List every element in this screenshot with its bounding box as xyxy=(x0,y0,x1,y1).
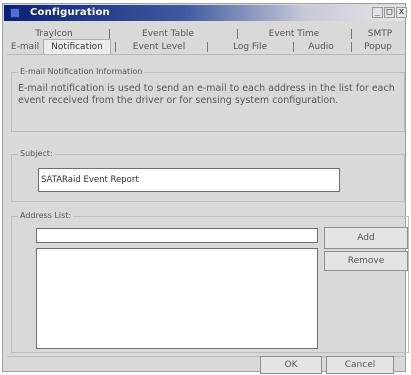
ok-button[interactable]: OK xyxy=(260,356,322,374)
configuration-window: Configuration _ □ x TrayIcon Event Table… xyxy=(2,3,409,372)
tab-log-file[interactable]: Log File xyxy=(209,40,291,54)
address-list-group: Address List: Add Remove xyxy=(11,211,409,353)
email-info-group: E-mail Notification Information E-mail n… xyxy=(11,67,405,132)
close-icon[interactable]: x xyxy=(396,7,407,18)
address-list-label: Address List: xyxy=(18,211,74,220)
email-info-label: E-mail Notification Information xyxy=(18,67,145,76)
tab-event-table[interactable]: Event Table xyxy=(113,28,223,40)
tab-row-bottom: E-mail Notification Event Level Log File… xyxy=(7,39,407,55)
address-input[interactable] xyxy=(36,228,318,243)
remove-button[interactable]: Remove xyxy=(324,251,408,271)
tab-event-time[interactable]: Event Time xyxy=(241,28,347,40)
maximize-icon[interactable]: □ xyxy=(384,7,395,18)
tab-event-level[interactable]: Event Level xyxy=(117,40,201,54)
tab-popup[interactable]: Popup xyxy=(353,40,403,54)
title-bar[interactable]: Configuration _ □ x xyxy=(4,5,407,21)
tab-divider xyxy=(7,54,405,55)
add-button[interactable]: Add xyxy=(324,227,408,249)
window-title: Configuration xyxy=(30,7,110,18)
cancel-button[interactable]: Cancel xyxy=(326,356,394,374)
tab-smtp[interactable]: SMTP xyxy=(355,28,405,40)
tab-notification[interactable]: Notification xyxy=(43,39,111,55)
tab-email[interactable]: E-mail xyxy=(7,40,43,54)
app-icon xyxy=(10,8,20,18)
address-listbox[interactable] xyxy=(36,248,318,349)
subject-group: Subject: SATARaid Event Report xyxy=(11,149,405,202)
tab-audio[interactable]: Audio xyxy=(295,40,347,54)
email-info-text: E-mail notification is used to send an e… xyxy=(18,83,395,106)
subject-label: Subject: xyxy=(18,149,55,158)
minimize-icon[interactable]: _ xyxy=(372,7,383,18)
subject-input[interactable]: SATARaid Event Report xyxy=(38,168,340,192)
